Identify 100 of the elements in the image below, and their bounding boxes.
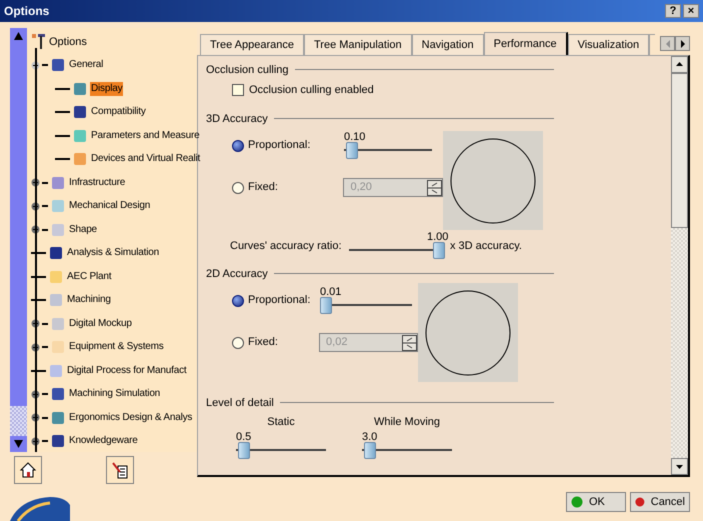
- section-title: Level of detail: [206, 396, 274, 411]
- scroll-thumb[interactable]: [671, 73, 688, 228]
- radio-button[interactable]: [232, 182, 244, 194]
- document-button[interactable]: [106, 456, 134, 484]
- section-title: Occlusion culling: [206, 62, 289, 78]
- radio-label: Fixed:: [248, 335, 278, 350]
- slider[interactable]: 0.10: [344, 130, 432, 160]
- scroll-thumb[interactable]: [10, 406, 27, 436]
- tree-item[interactable]: Parameters and Measure: [90, 128, 200, 143]
- expand-icon[interactable]: [31, 342, 40, 352]
- slider-thumb[interactable]: [320, 296, 332, 314]
- expand-icon[interactable]: [31, 413, 40, 422]
- cancel-button[interactable]: Cancel: [630, 492, 690, 512]
- radio-label: Fixed:: [248, 180, 278, 196]
- slider-caption: Static: [267, 415, 295, 430]
- scrollbar[interactable]: [10, 28, 27, 452]
- tree-item[interactable]: Infrastructure: [68, 176, 126, 190]
- slider-value: 0.10: [344, 130, 366, 142]
- radio-label: Proportional:: [248, 138, 310, 154]
- item-icon: [48, 292, 64, 308]
- item-icon: [50, 198, 66, 214]
- spinner-icon[interactable]: [427, 180, 442, 196]
- slider-value: 0.01: [320, 286, 342, 298]
- expand-icon[interactable]: [31, 178, 40, 188]
- section-title: 2D Accuracy: [206, 266, 268, 282]
- item-icon: [50, 433, 66, 450]
- home-button[interactable]: [14, 456, 42, 484]
- vertical-scrollbar[interactable]: [671, 56, 688, 475]
- item-icon: [72, 80, 88, 97]
- item-icon: [50, 339, 66, 356]
- spinner-icon[interactable]: [402, 334, 417, 350]
- tree-item[interactable]: Machining: [66, 293, 112, 308]
- radio-label: Proportional:: [248, 293, 310, 308]
- radio-button[interactable]: [232, 294, 244, 306]
- tree-root[interactable]: Options: [49, 34, 87, 50]
- item-icon: [48, 268, 64, 285]
- tab[interactable]: Tree Appearance: [200, 34, 304, 55]
- tree-item[interactable]: AEC Plant: [66, 270, 112, 284]
- tab-scroll-right[interactable]: [675, 36, 690, 51]
- curves-ratio-label: Curves' accuracy ratio:: [230, 238, 343, 254]
- checkbox[interactable]: [232, 84, 244, 96]
- item-icon: [72, 151, 88, 168]
- tree-item[interactable]: Mechanical Design: [68, 199, 152, 214]
- close-button[interactable]: ×: [683, 4, 699, 18]
- tree-item[interactable]: Devices and Virtual Realit: [90, 152, 202, 166]
- window-title: Options: [4, 3, 50, 20]
- item-icon: [48, 245, 64, 262]
- slider-value: 0.5: [236, 430, 252, 442]
- status-dot-icon: [571, 496, 583, 508]
- expand-icon[interactable]: [31, 225, 40, 234]
- tree-item[interactable]: Equipment & Systems: [68, 340, 165, 354]
- tab[interactable]: Navigation: [412, 34, 484, 55]
- item-icon: [50, 174, 66, 191]
- checkbox-label: Occlusion culling enabled: [249, 82, 374, 98]
- slider[interactable]: 0.5: [236, 430, 326, 460]
- ok-button[interactable]: OK: [566, 492, 626, 512]
- slider-thumb[interactable]: [433, 242, 445, 259]
- house-icon: [18, 460, 38, 480]
- tab[interactable]: Tree Manipulation: [304, 34, 412, 55]
- tab[interactable]: Performance: [484, 32, 568, 55]
- item-icon: [72, 128, 88, 144]
- tree-item[interactable]: Digital Mockup: [68, 316, 133, 331]
- tree-item[interactable]: Knowledgeware: [68, 434, 139, 448]
- tree-item[interactable]: Display: [90, 82, 124, 96]
- expand-icon[interactable]: [31, 319, 40, 328]
- status-dot-icon: [635, 496, 645, 508]
- help-button[interactable]: ?: [665, 4, 681, 18]
- tree-item[interactable]: Compatibility: [90, 105, 147, 120]
- expand-icon[interactable]: [31, 436, 40, 446]
- scroll-up-icon[interactable]: [671, 56, 688, 73]
- tree-item[interactable]: Digital Process for Manufact: [66, 364, 188, 378]
- slider[interactable]: 3.0: [362, 430, 452, 460]
- tools-icon: [31, 32, 47, 51]
- tree-item[interactable]: Ergonomics Design & Analys: [68, 410, 194, 425]
- slider-caption: While Moving: [374, 415, 440, 430]
- tab[interactable]: Visualization: [568, 34, 650, 55]
- item-icon: [50, 316, 66, 332]
- item-icon: [50, 410, 66, 426]
- slider-thumb[interactable]: [364, 442, 376, 458]
- collapse-icon[interactable]: [31, 60, 40, 70]
- expand-icon[interactable]: [31, 390, 40, 399]
- scroll-down-icon[interactable]: [671, 458, 688, 475]
- right-arrow-icon: [680, 40, 686, 48]
- left-arrow-icon: [664, 40, 670, 48]
- section-title: 3D Accuracy: [206, 112, 268, 127]
- slider-value: 3.0: [362, 430, 378, 442]
- ratio-suffix: x 3D accuracy.: [450, 238, 522, 254]
- tree-item[interactable]: Shape: [68, 222, 98, 237]
- slider[interactable]: 0.01: [320, 286, 412, 316]
- expand-icon[interactable]: [31, 202, 40, 211]
- item-icon: [50, 386, 66, 402]
- slider-thumb[interactable]: [238, 442, 250, 458]
- tree-item[interactable]: Machining Simulation: [68, 387, 162, 402]
- slider-thumb[interactable]: [346, 142, 358, 158]
- radio-button[interactable]: [232, 336, 244, 348]
- item-icon: [50, 222, 66, 238]
- radio-button[interactable]: [232, 140, 244, 152]
- tree-item[interactable]: General: [68, 58, 104, 72]
- slider-value: 1.00: [427, 231, 448, 243]
- tree-item[interactable]: Analysis & Simulation: [66, 246, 160, 260]
